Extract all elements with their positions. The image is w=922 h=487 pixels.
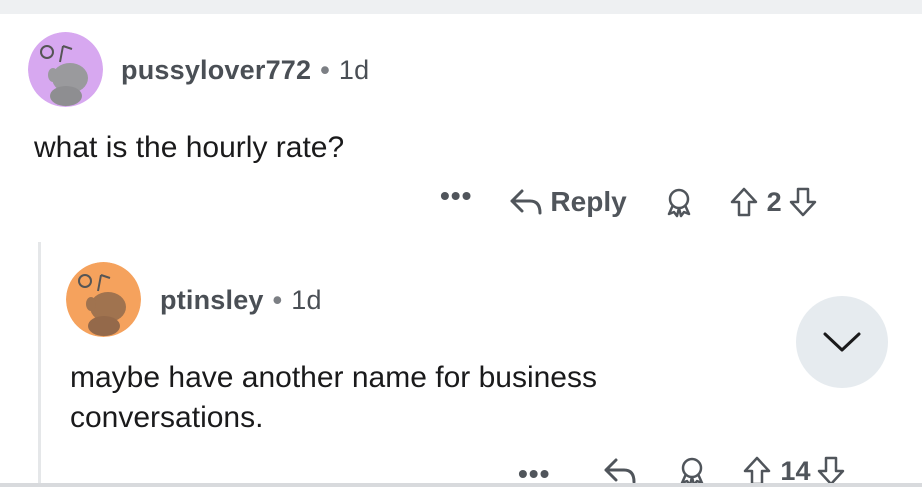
reply-button[interactable]: Reply [508, 186, 627, 218]
comment-actions: ••• Reply 2 [440, 182, 818, 220]
timestamp: 1d [338, 55, 370, 85]
reply-body-line-1: maybe have another name for business [70, 361, 597, 394]
top-divider [0, 0, 922, 14]
snoo-avatar-icon [28, 32, 103, 107]
chevron-down-icon [823, 332, 861, 352]
more-options-button[interactable]: ••• [518, 460, 550, 487]
separator-dot: • [272, 285, 283, 315]
thread-line[interactable] [38, 242, 41, 487]
comment-body: what is the hourly rate? [34, 131, 345, 164]
reply-label: Reply [550, 186, 627, 217]
vote-count: 2 [766, 186, 782, 217]
reply-arrow-icon [510, 189, 542, 215]
upvote-arrow-icon[interactable] [729, 186, 759, 218]
downvote-arrow-icon[interactable] [788, 186, 818, 218]
avatar[interactable] [66, 262, 141, 337]
username[interactable]: pussylover772 [121, 55, 311, 85]
reply-body-line-2: conversations. [70, 401, 264, 434]
snoo-avatar-icon [66, 262, 141, 337]
comment-header: pussylover772 • 1d [121, 55, 369, 86]
bottom-divider [0, 483, 922, 487]
avatar[interactable] [28, 32, 103, 107]
vote-count: 14 [780, 455, 811, 486]
reply-arrow-icon[interactable] [602, 456, 638, 486]
username[interactable]: ptinsley [160, 285, 264, 315]
separator-dot: • [320, 55, 330, 85]
timestamp: 1d [291, 285, 322, 315]
more-options-button[interactable]: ••• [440, 182, 472, 210]
collapse-button[interactable] [796, 296, 888, 388]
reply-header: ptinsley • 1d [160, 285, 322, 316]
award-icon[interactable] [663, 186, 695, 218]
